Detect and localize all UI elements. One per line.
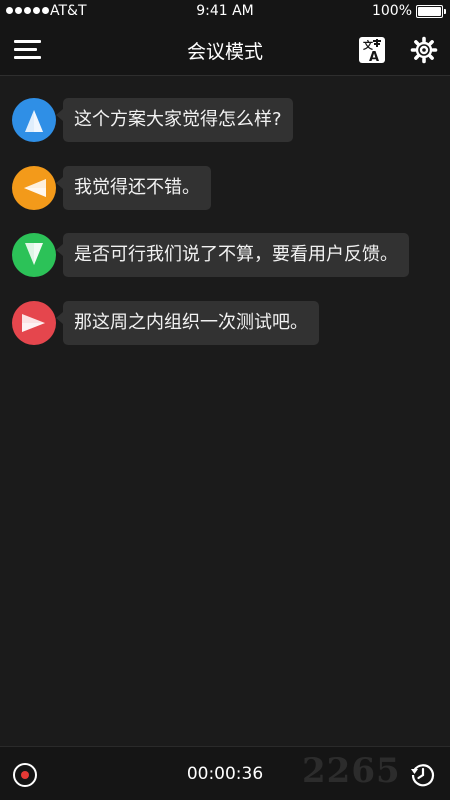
- message-item: 我觉得还不错。: [10, 164, 440, 214]
- battery-percent: 100%: [371, 3, 412, 19]
- watermark-logo: 2265: [302, 751, 401, 791]
- speaker-avatar-blue[interactable]: [12, 98, 56, 142]
- speaker-avatar-red[interactable]: [12, 301, 56, 345]
- record-icon[interactable]: [13, 763, 37, 787]
- message-bubble: 我觉得还不错。: [56, 166, 211, 210]
- bottom-bar: 00:00:36 2265: [0, 746, 450, 800]
- message-list: 这个方案大家觉得怎么样? 我觉得还不错。 是否可行我们说了不算，要看用户反馈。 …: [0, 76, 450, 746]
- status-bar: AT&T 9:41 AM 100%: [0, 0, 450, 24]
- battery-icon: [416, 5, 446, 18]
- record-dot: [21, 771, 29, 779]
- message-bubble: 这个方案大家觉得怎么样?: [56, 98, 293, 142]
- message-bubble: 那这周之内组织一次测试吧。: [56, 301, 319, 345]
- clock-history-icon[interactable]: [410, 762, 436, 788]
- recording-timer: 00:00:36: [186, 764, 264, 784]
- translate-icon[interactable]: 文 A: [358, 36, 386, 65]
- message-bubble: 是否可行我们说了不算，要看用户反馈。: [56, 233, 409, 277]
- message-item: 这个方案大家觉得怎么样?: [10, 96, 440, 146]
- nav-bar: 会议模式 文 A: [0, 24, 450, 76]
- gear-icon[interactable]: [410, 36, 438, 64]
- svg-text:A: A: [369, 50, 379, 64]
- hamburger-menu-icon[interactable]: [14, 38, 41, 62]
- speaker-avatar-orange[interactable]: [12, 166, 56, 210]
- message-item: 是否可行我们说了不算，要看用户反馈。: [10, 231, 440, 281]
- speaker-avatar-green[interactable]: [12, 233, 56, 277]
- message-item: 那这周之内组织一次测试吧。: [10, 299, 440, 349]
